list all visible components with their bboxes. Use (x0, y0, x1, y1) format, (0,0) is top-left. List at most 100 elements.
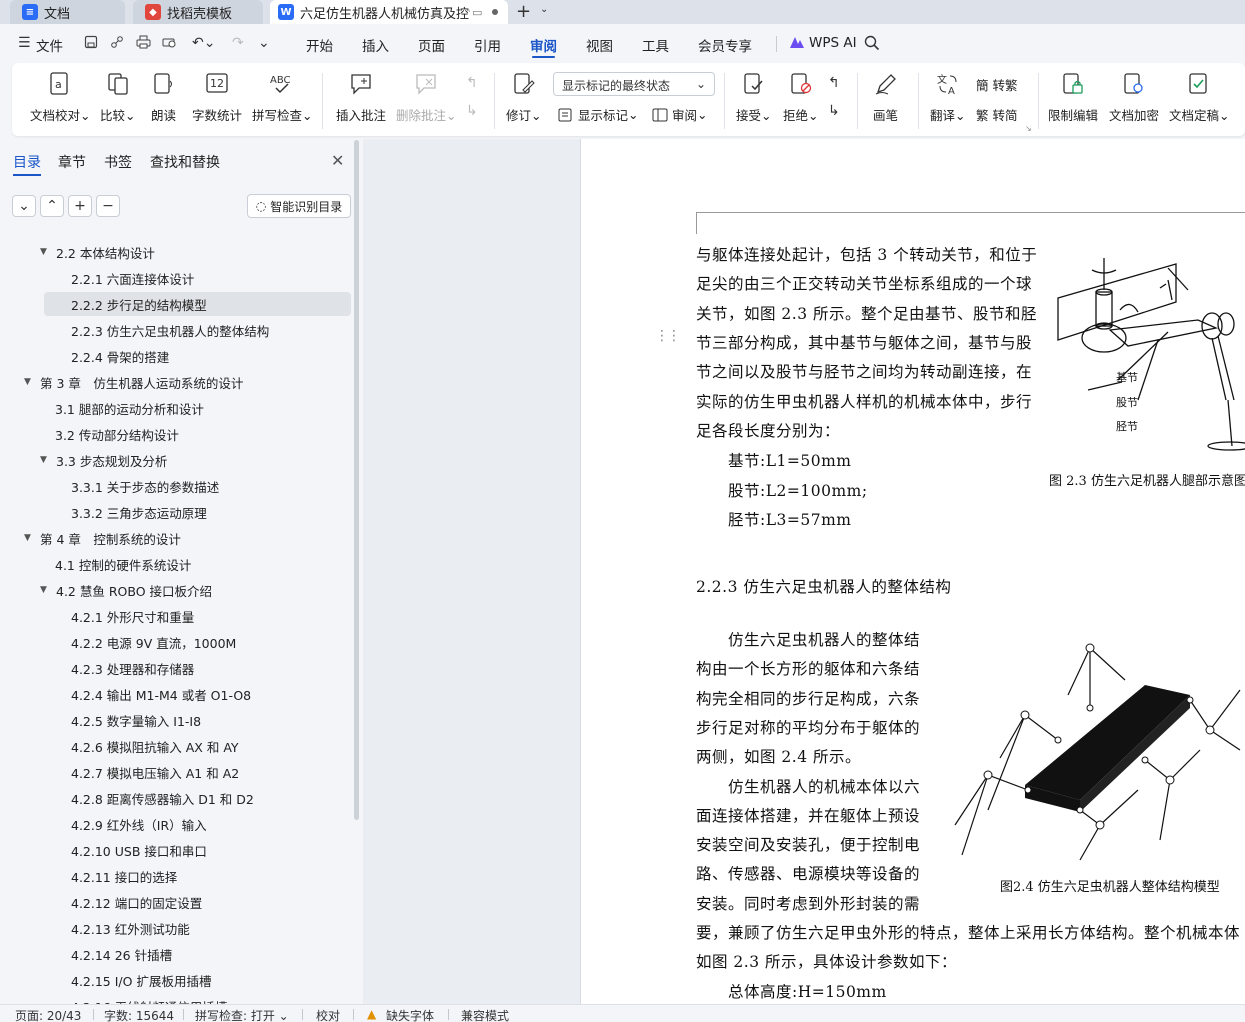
toc-item[interactable]: 4.2.12 端口的固定设置 (71, 890, 202, 914)
toc-item[interactable]: 4.2.14 26 针插槽 (71, 942, 172, 966)
tab-active-document[interactable]: W 六足仿生机器人机械仿真及控制系统设计 ▭ (270, 0, 508, 24)
spell-check-button[interactable]: ABC 拼写检查⌄ (252, 71, 313, 124)
toc-item[interactable]: 4.2.9 红外线（IR）输入 (71, 812, 207, 836)
review-pane-button[interactable]: 审阅 ⌄ (652, 105, 708, 124)
nav-tab-toc[interactable]: 目录 (13, 152, 41, 176)
delete-comment-button[interactable]: 删除批注⌄ (396, 71, 457, 124)
missing-font-status[interactable]: 缺失字体 (386, 1007, 434, 1022)
menu-home[interactable]: 开始 (306, 35, 333, 55)
menu-insert[interactable]: 插入 (362, 35, 389, 55)
toc-item[interactable]: 3.1 腿部的运动分析和设计 (55, 396, 204, 420)
toc-item[interactable]: 4.1 控制的硬件系统设计 (55, 552, 191, 576)
proof-status[interactable]: 校对 (316, 1007, 340, 1022)
toc-item[interactable]: 4.2.6 模拟阻抗输入 AX 和 AY (71, 734, 239, 758)
hamburger-icon[interactable]: ☰ (18, 35, 31, 51)
nav-tab-chapters[interactable]: 章节 (58, 152, 86, 172)
prev-change-icon[interactable]: ↰ (828, 75, 840, 91)
tab-documents[interactable]: ≡ 文档 (10, 0, 125, 24)
toc-item[interactable]: 4.2.13 红外测试功能 (71, 916, 190, 940)
smart-toc-button[interactable]: ◌ 智能识别目录 (247, 194, 351, 218)
to-simplified-button[interactable]: 繁转简 (976, 105, 1018, 124)
next-comment-icon[interactable]: ↳ (466, 103, 478, 119)
track-changes-button[interactable]: 修订⌄ (506, 71, 542, 124)
drag-handle-icon[interactable]: ⋮⋮ (655, 328, 681, 344)
nav-tab-find-replace[interactable]: 查找和替换 (150, 152, 220, 172)
compare-button[interactable]: 比较⌄ (100, 71, 136, 124)
word-count-button[interactable]: 12 字数统计 (192, 71, 242, 124)
menu-file[interactable]: 文件 (36, 35, 63, 55)
spell-check-status[interactable]: 拼写检查: 打开 ⌄ (195, 1007, 289, 1022)
insert-comment-button[interactable]: 插入批注 (336, 71, 386, 124)
toc-item[interactable]: 2.2.4 骨架的搭建 (71, 344, 169, 368)
proofread-button[interactable]: a 文档校对⌄ (30, 71, 91, 124)
menu-tools[interactable]: 工具 (642, 35, 669, 55)
search-icon[interactable] (864, 35, 880, 55)
redo-icon[interactable]: ↷ (232, 35, 244, 51)
reject-button[interactable]: 拒绝⌄ (783, 71, 819, 124)
markup-state-select[interactable]: 显示标记的最终状态 ⌄ (553, 72, 715, 96)
restrict-edit-button[interactable]: 限制编辑 (1048, 71, 1098, 124)
expand-arrow-icon[interactable]: ▼ (40, 585, 48, 595)
toc-item[interactable]: 4.2.16 无线射频通信用插槽 (71, 994, 227, 1005)
promote-up-button[interactable]: ⌃ (40, 195, 64, 217)
nav-tab-bookmarks[interactable]: 书签 (104, 152, 132, 172)
toc-item[interactable]: ▼ 4.2 慧鱼 ROBO 接口板介绍 (40, 578, 212, 602)
toc-item[interactable]: 4.2.1 外形尺寸和重量 (71, 604, 194, 628)
add-heading-button[interactable]: + (68, 195, 92, 217)
ink-button[interactable]: 画笔 (873, 71, 898, 124)
to-traditional-button[interactable]: 簡转繁 (976, 75, 1018, 94)
expand-arrow-icon[interactable]: ▼ (40, 247, 48, 257)
toc-item[interactable]: ▼ 2.2 本体结构设计 (40, 240, 155, 264)
read-aloud-button[interactable]: 朗读 (151, 71, 176, 124)
toc-item[interactable]: 2.2.1 六面连接体设计 (71, 266, 194, 290)
toc-item[interactable]: 4.2.8 距离传感器输入 D1 和 D2 (71, 786, 254, 810)
chevron-down-icon[interactable]: ⌄ (540, 4, 548, 15)
toc-item[interactable]: 3.2 传动部分结构设计 (55, 422, 179, 446)
close-icon[interactable]: ✕ (331, 151, 344, 170)
toc-item[interactable]: 3.3.2 三角步态运动原理 (71, 500, 207, 524)
expand-arrow-icon[interactable]: ▼ (40, 455, 48, 465)
page-indicator[interactable]: 页面: 20/43 (15, 1007, 81, 1022)
toc-item[interactable]: 4.2.3 处理器和存储器 (71, 656, 194, 680)
share-icon[interactable] (110, 35, 124, 53)
toc-item[interactable]: ▼ 第 4 章 控制系统的设计 (24, 526, 181, 550)
save-icon[interactable] (84, 35, 98, 53)
expand-arrow-icon[interactable]: ▼ (24, 533, 32, 543)
menu-wps-ai[interactable]: WPS AI (809, 35, 857, 51)
toc-item-selected[interactable]: 2.2.2 步行足的结构模型 (44, 292, 351, 316)
finalize-button[interactable]: 文档定稿⌄ (1169, 71, 1230, 124)
remove-heading-button[interactable]: − (96, 195, 120, 217)
print-preview-icon[interactable] (162, 35, 177, 53)
translate-button[interactable]: 文A 翻译⌄ (930, 71, 966, 124)
encrypt-button[interactable]: 文档加密 (1109, 71, 1159, 124)
new-tab-plus-icon[interactable]: + (516, 1, 531, 22)
toc-item[interactable]: 4.2.10 USB 接口和串口 (71, 838, 207, 862)
next-change-icon[interactable]: ↳ (828, 103, 840, 119)
word-count-status[interactable]: 字数: 15644 (104, 1007, 174, 1022)
dialog-launcher-icon[interactable]: ↘ (1025, 124, 1032, 133)
print-icon[interactable] (136, 35, 151, 53)
toc-item[interactable]: ▼ 第 3 章 仿生机器人运动系统的设计 (24, 370, 243, 394)
collapse-down-button[interactable]: ⌄ (12, 195, 36, 217)
toc-item[interactable]: ▼ 3.3 步态规划及分析 (40, 448, 167, 472)
menu-view[interactable]: 视图 (586, 35, 613, 55)
menu-member[interactable]: 会员专享 (698, 35, 752, 55)
menu-page[interactable]: 页面 (418, 35, 445, 55)
toc-item[interactable]: 4.2.11 接口的选择 (71, 864, 177, 888)
tab-template[interactable]: ◆ 找稻壳模板 (133, 0, 263, 24)
prev-comment-icon[interactable]: ↰ (466, 75, 478, 91)
toc-item[interactable]: 4.2.5 数字量输入 I1-I8 (71, 708, 201, 732)
toc-item[interactable]: 4.2.4 输出 M1-M4 或者 O1-O8 (71, 682, 251, 706)
show-markup-button[interactable]: 显示标记 ⌄ (558, 105, 639, 124)
accept-button[interactable]: 接受⌄ (736, 71, 772, 124)
menu-review[interactable]: 审阅 (530, 35, 557, 58)
toc-item[interactable]: 4.2.2 电源 9V 直流，1000M (71, 630, 236, 654)
toc-item[interactable]: 4.2.15 I/O 扩展板用插槽 (71, 968, 211, 992)
menu-references[interactable]: 引用 (474, 35, 501, 55)
nav-scrollbar[interactable] (354, 140, 359, 820)
toc-item[interactable]: 3.3.1 关于步态的参数描述 (71, 474, 219, 498)
toc-item[interactable]: 2.2.3 仿生六足虫机器人的整体结构 (71, 318, 269, 342)
expand-arrow-icon[interactable]: ▼ (24, 377, 32, 387)
toc-item[interactable]: 4.2.7 模拟电压输入 A1 和 A2 (71, 760, 239, 784)
undo-icon[interactable]: ↶⌄ (192, 35, 215, 51)
